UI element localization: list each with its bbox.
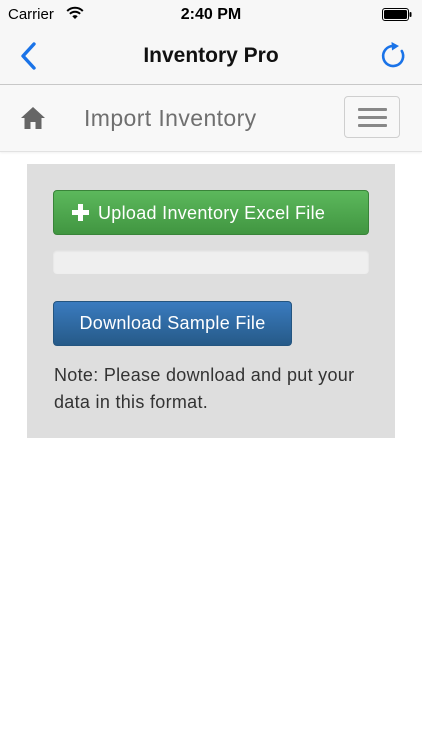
app-title: Inventory Pro bbox=[143, 44, 279, 67]
upload-inventory-button[interactable]: Upload Inventory Excel File bbox=[53, 190, 369, 235]
home-icon[interactable] bbox=[20, 106, 46, 130]
hamburger-bar bbox=[358, 116, 387, 119]
status-bar: Carrier 2:40 PM bbox=[0, 0, 422, 30]
download-sample-button[interactable]: Download Sample File bbox=[53, 301, 292, 346]
page-header: Import Inventory bbox=[0, 85, 422, 152]
refresh-icon[interactable] bbox=[378, 41, 408, 71]
page-title: Import Inventory bbox=[84, 105, 257, 131]
navigation-bar: Inventory Pro bbox=[0, 30, 422, 85]
hamburger-menu-icon bbox=[358, 108, 387, 111]
battery-icon bbox=[382, 8, 412, 21]
status-time: 2:40 PM bbox=[180, 6, 242, 23]
format-note: Note: Please download and put your data … bbox=[54, 365, 355, 412]
hamburger-bar bbox=[358, 124, 387, 127]
upload-progress-bar bbox=[53, 250, 369, 274]
menu-toggle-button[interactable] bbox=[344, 96, 400, 138]
import-panel: Upload Inventory Excel File Download Sam… bbox=[27, 164, 395, 438]
upload-button-label: Upload Inventory Excel File bbox=[98, 203, 326, 223]
plus-icon bbox=[72, 204, 89, 221]
